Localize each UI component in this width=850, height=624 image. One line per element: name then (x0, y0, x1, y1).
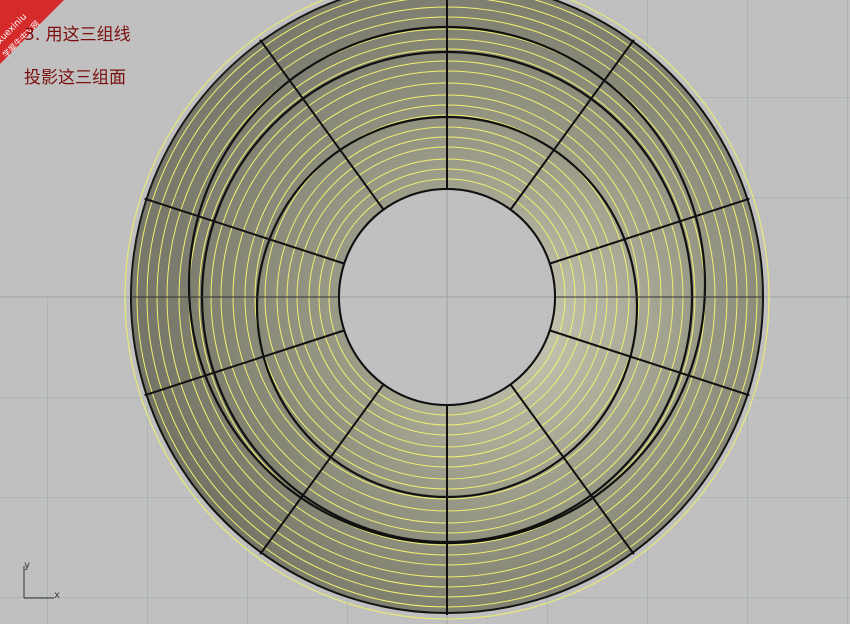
rhino-top-viewport[interactable]: xuexiniu 学犀牛中文网 3. 用这三组线 投影这三组面 y x (0, 0, 850, 624)
step-annotation-2: 投影这三组面 (24, 68, 126, 88)
axis-x-label: x (54, 590, 61, 601)
step-annotation-1: 3. 用这三组线 (24, 25, 131, 45)
axis-y-label: y (24, 560, 31, 571)
hole-grid (340, 190, 554, 404)
